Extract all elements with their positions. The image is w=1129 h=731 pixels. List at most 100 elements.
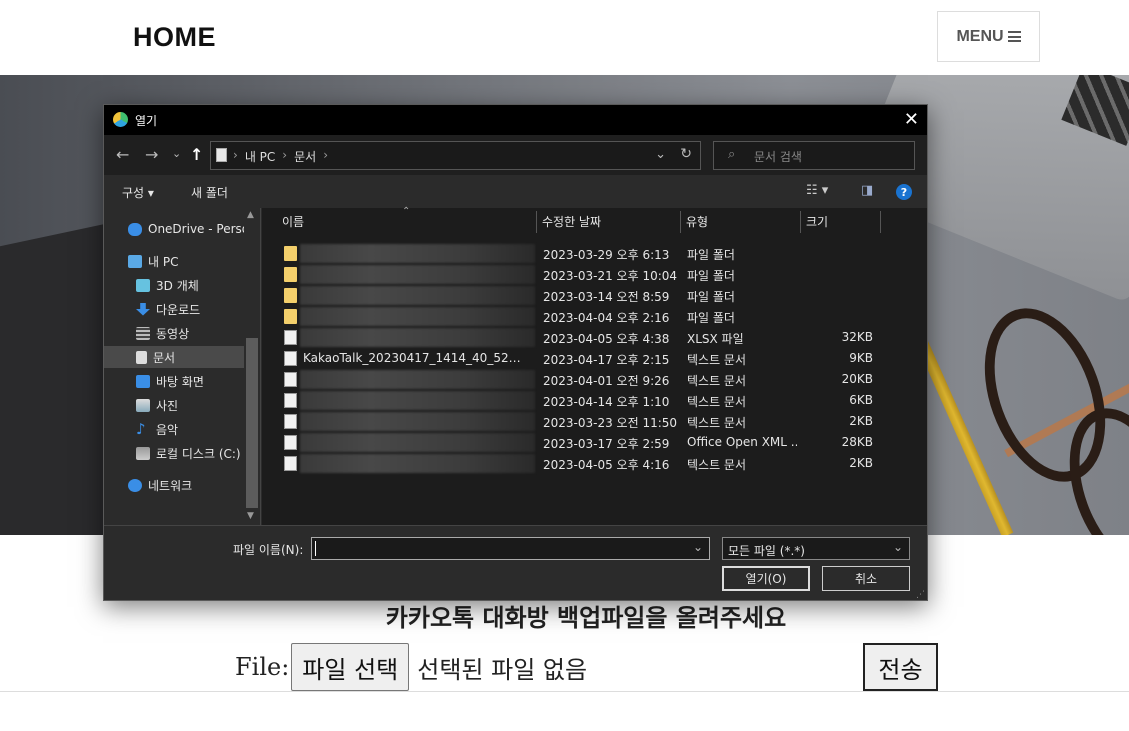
redacted-name bbox=[300, 391, 535, 410]
file-type: 텍스트 문서 bbox=[687, 416, 747, 430]
file-type: 텍스트 문서 bbox=[687, 458, 747, 472]
dialog-title: 열기 bbox=[135, 114, 158, 128]
sidebar-item-music[interactable]: ♪ 음악 bbox=[104, 418, 244, 440]
sidebar-item-3d-objects[interactable]: 3D 개체 bbox=[104, 274, 244, 296]
breadcrumb-pc[interactable]: 내 PC bbox=[245, 148, 275, 165]
dialog-titlebar[interactable]: 열기 ✕ bbox=[104, 105, 927, 135]
file-row[interactable]: 2023-03-23 오전 11:50 텍스트 문서 2KB bbox=[262, 411, 927, 432]
file-row[interactable]: 2023-04-05 오후 4:38 XLSX 파일 32KB bbox=[262, 327, 927, 348]
sidebar-item-documents[interactable]: 문서 bbox=[104, 346, 244, 368]
help-icon[interactable]: ? bbox=[896, 184, 912, 200]
file-row[interactable]: 2023-03-14 오전 8:59 파일 폴더 bbox=[262, 285, 927, 306]
redacted-name bbox=[300, 433, 535, 452]
organize-button[interactable]: 구성 ▾ bbox=[122, 184, 154, 201]
recent-locations-icon[interactable]: ⌄ bbox=[172, 147, 181, 160]
file-type: 텍스트 문서 bbox=[687, 353, 747, 367]
filename-label: 파일 이름(N): bbox=[233, 543, 304, 557]
sidebar-item-onedrive[interactable]: OneDrive - Personal bbox=[104, 218, 244, 240]
file-date: 2023-03-29 오후 6:13 bbox=[543, 248, 670, 262]
file-date: 2023-03-23 오전 11:50 bbox=[543, 416, 678, 430]
choose-file-button[interactable]: 파일 선택 bbox=[291, 643, 410, 691]
text-caret bbox=[315, 541, 316, 556]
forward-arrow-icon[interactable]: → bbox=[145, 145, 158, 164]
menu-label: MENU bbox=[956, 27, 1004, 45]
file-type: 파일 폴더 bbox=[687, 311, 735, 325]
drive-icon bbox=[136, 446, 150, 460]
computer-icon bbox=[128, 254, 142, 268]
scroll-up-icon[interactable]: ▲ bbox=[247, 210, 254, 220]
up-arrow-icon[interactable]: ↑ bbox=[190, 145, 203, 164]
file-row[interactable]: 2023-04-05 오후 4:16 텍스트 문서 2KB bbox=[262, 453, 927, 474]
refresh-icon[interactable]: ↻ bbox=[680, 146, 692, 162]
file-icon bbox=[284, 330, 297, 345]
redacted-name bbox=[300, 307, 535, 326]
file-row[interactable]: 2023-03-29 오후 6:13 파일 폴더 bbox=[262, 243, 927, 264]
file-icon bbox=[284, 435, 297, 450]
sidebar-item-local-disk[interactable]: 로컬 디스크 (C:) bbox=[104, 442, 244, 464]
sidebar-item-downloads[interactable]: 다운로드 bbox=[104, 298, 244, 320]
column-header-size[interactable]: 크기 bbox=[806, 208, 876, 234]
redacted-name bbox=[300, 286, 535, 305]
redacted-name bbox=[300, 244, 535, 263]
file-date: 2023-03-14 오전 8:59 bbox=[543, 290, 670, 304]
cancel-button[interactable]: 취소 bbox=[822, 566, 910, 591]
file-date: 2023-04-04 오후 2:16 bbox=[543, 311, 670, 325]
search-input[interactable]: ⌕ 문서 검색 bbox=[713, 141, 915, 170]
back-arrow-icon[interactable]: ← bbox=[116, 145, 129, 164]
video-icon bbox=[136, 326, 150, 340]
sidebar-item-videos[interactable]: 동영상 bbox=[104, 322, 244, 344]
sidebar-item-network[interactable]: 네트워크 bbox=[104, 474, 244, 496]
document-icon bbox=[136, 350, 147, 364]
file-row[interactable]: 2023-03-17 오후 2:59 Office Open XML ... 28K… bbox=[262, 432, 927, 453]
site-header: HOME MENU bbox=[0, 0, 1129, 75]
redacted-name bbox=[300, 454, 535, 473]
preview-pane-icon[interactable]: ◨ bbox=[861, 183, 873, 198]
sidebar-item-pictures[interactable]: 사진 bbox=[104, 394, 244, 416]
file-row[interactable]: 2023-04-01 오전 9:26 텍스트 문서 20KB bbox=[262, 369, 927, 390]
column-header-type[interactable]: 유형 bbox=[686, 208, 796, 234]
scrollbar-thumb[interactable] bbox=[246, 338, 258, 508]
scroll-down-icon[interactable]: ▼ bbox=[247, 511, 254, 521]
file-size: 20KB bbox=[841, 372, 873, 386]
sidebar-scrollbar[interactable]: ▲ ▼ bbox=[244, 208, 260, 525]
file-type: 텍스트 문서 bbox=[687, 395, 747, 409]
file-date: 2023-04-17 오후 2:15 bbox=[543, 353, 670, 367]
search-placeholder: 문서 검색 bbox=[754, 150, 802, 164]
file-size: 6KB bbox=[849, 393, 873, 407]
filename-input[interactable]: ⌄ bbox=[311, 537, 710, 560]
file-row[interactable]: 2023-04-14 오후 1:10 텍스트 문서 6KB bbox=[262, 390, 927, 411]
open-button[interactable]: 열기(O) bbox=[722, 566, 810, 591]
view-options-icon[interactable]: ☷ ▾ bbox=[806, 183, 828, 198]
home-link[interactable]: HOME bbox=[133, 22, 216, 53]
menu-button[interactable]: MENU bbox=[937, 11, 1040, 62]
file-list: ⌃ 이름 수정한 날짜 유형 크기 2023-03-29 오후 6:13 파일 폴… bbox=[262, 206, 927, 525]
sidebar-item-desktop[interactable]: 바탕 화면 bbox=[104, 370, 244, 392]
redacted-name bbox=[300, 265, 535, 284]
breadcrumb-documents[interactable]: 문서 bbox=[294, 148, 316, 165]
file-type: 파일 폴더 bbox=[687, 290, 735, 304]
sidebar-item-this-pc[interactable]: 내 PC bbox=[104, 250, 244, 272]
close-icon[interactable]: ✕ bbox=[904, 109, 919, 130]
command-toolbar: 구성 ▾ 새 폴더 ☷ ▾ ◨ ? bbox=[104, 175, 927, 208]
file-row[interactable]: 2023-04-04 오후 2:16 파일 폴더 bbox=[262, 306, 927, 327]
file-type-filter[interactable]: 모든 파일 (*.*) ⌄ bbox=[722, 537, 910, 560]
column-header-name[interactable]: 이름 bbox=[282, 208, 537, 234]
file-row[interactable]: KakaoTalk_20230417_1414_40_522_gro... 202… bbox=[262, 348, 927, 369]
file-row[interactable]: 2023-03-21 오후 10:04 파일 폴더 bbox=[262, 264, 927, 285]
chevron-down-icon[interactable]: ⌄ bbox=[655, 147, 666, 162]
column-header-modified[interactable]: 수정한 날짜 bbox=[542, 208, 677, 234]
folder-icon bbox=[284, 288, 297, 303]
file-size: 9KB bbox=[849, 351, 873, 365]
address-bar[interactable]: › 내 PC › 문서 › ⌄ ↻ bbox=[210, 141, 701, 170]
resize-grip-icon[interactable]: ⋰ bbox=[916, 590, 925, 600]
file-size: 28KB bbox=[841, 435, 873, 449]
redacted-name bbox=[300, 412, 535, 431]
file-name: KakaoTalk_20230417_1414_40_522_gro... bbox=[303, 351, 528, 365]
folder-icon bbox=[284, 267, 297, 282]
dialog-footer: 파일 이름(N): ⌄ 모든 파일 (*.*) ⌄ 열기(O) 취소 ⋰ bbox=[104, 525, 927, 600]
new-folder-button[interactable]: 새 폴더 bbox=[191, 184, 228, 201]
cloud-icon bbox=[128, 222, 142, 236]
file-icon bbox=[284, 393, 297, 408]
chevron-down-icon[interactable]: ⌄ bbox=[693, 540, 703, 554]
submit-button[interactable]: 전송 bbox=[863, 643, 938, 691]
